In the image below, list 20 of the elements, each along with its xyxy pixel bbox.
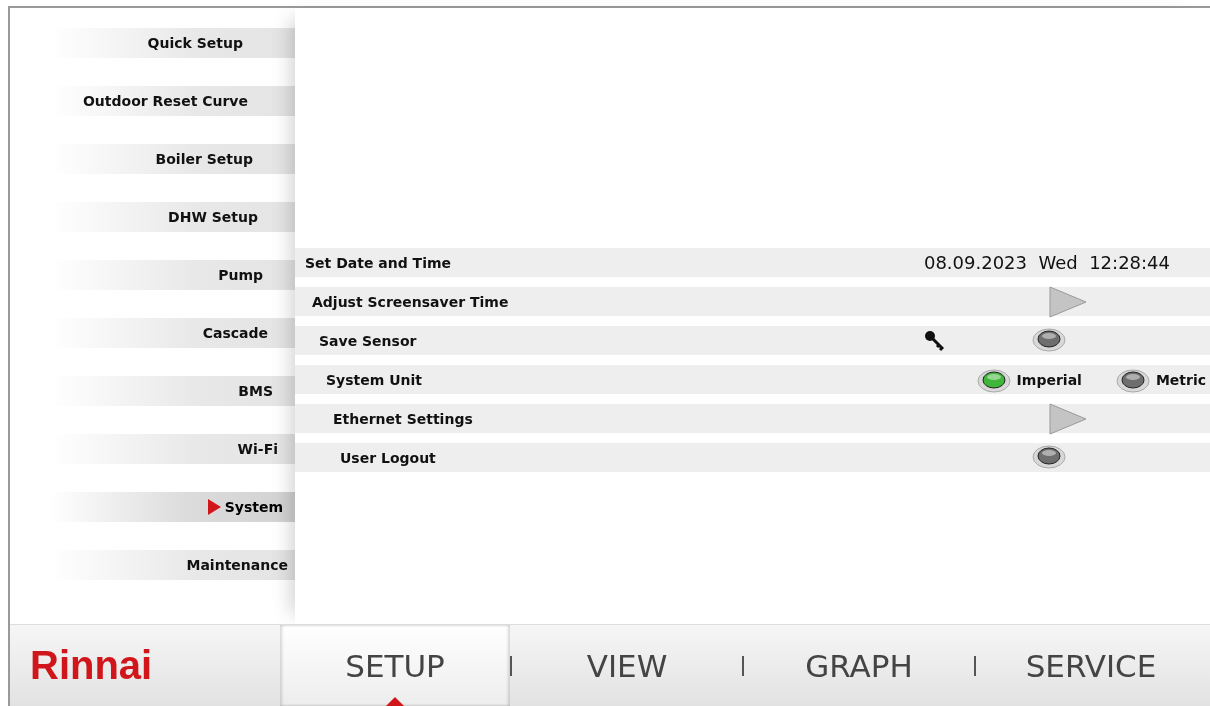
selected-triangle-icon — [206, 499, 221, 515]
nav-tab[interactable]: SERVICE — [976, 625, 1206, 706]
toggle-button[interactable] — [1032, 443, 1066, 469]
option-label: Imperial — [1016, 371, 1082, 388]
date-time-value: 08.09.2023 Wed 12:28:44 — [923, 252, 1170, 273]
setting-label: User Logout — [340, 449, 436, 466]
setting-label: System Unit — [326, 371, 423, 388]
option-label: Metric — [1155, 371, 1206, 388]
radio-button[interactable] — [976, 366, 1011, 393]
setting-label: Save Sensor — [319, 332, 417, 349]
nav-tab[interactable]: GRAPH — [744, 625, 974, 706]
setting-label: Adjust Screensaver Time — [312, 293, 509, 310]
caret-icon — [386, 697, 404, 706]
nav-tab[interactable]: VIEW — [512, 625, 742, 706]
logo: Rinnai — [29, 643, 154, 688]
nav-tab[interactable]: SETUP — [280, 625, 510, 706]
setting-label: Set Date and Time — [305, 254, 451, 271]
radio-button[interactable] — [1115, 366, 1150, 393]
setting-label: Ethernet Settings — [333, 410, 473, 427]
toggle-button[interactable] — [1032, 326, 1066, 352]
